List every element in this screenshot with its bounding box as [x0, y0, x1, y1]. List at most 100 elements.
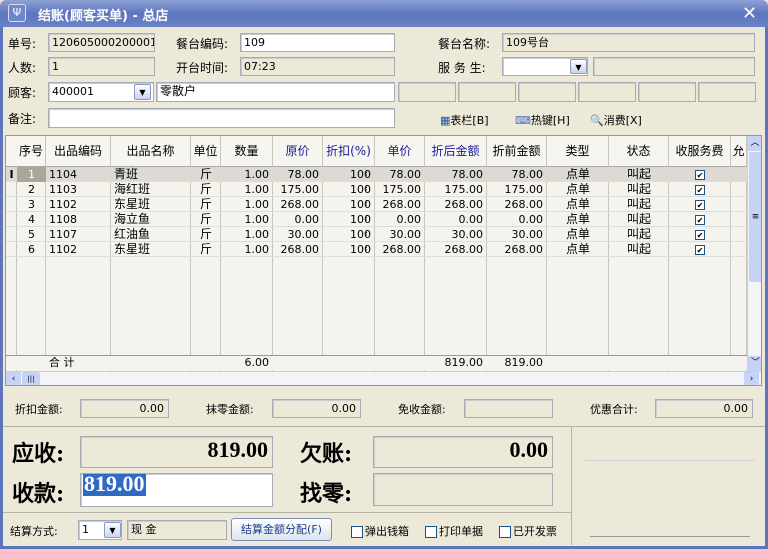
column-header[interactable]: 状态: [609, 136, 669, 167]
row-header-corner: [6, 136, 17, 167]
info-box: [398, 82, 456, 102]
items-grid[interactable]: 序号 出品编码 出品名称 单位 数量 原价 折扣(%) 单价 折后金额 折前金额 类型 状态 收服务费允…: [5, 135, 762, 386]
cell-unit: 斤: [199, 227, 212, 241]
decorative-line: [585, 460, 755, 461]
scroll-down-button[interactable]: ﹀: [748, 356, 761, 371]
waived-label: 免收金额:: [398, 403, 446, 416]
invoiced-checkbox[interactable]: 已开发票: [499, 523, 557, 539]
column-header[interactable]: 原价: [273, 136, 323, 167]
received-input[interactable]: 819.00: [80, 473, 273, 507]
cell-unit: 斤: [199, 167, 212, 181]
table-code-field[interactable]: 109: [240, 33, 395, 52]
customer-name-field[interactable]: 零散户: [156, 82, 395, 102]
spinner-icon[interactable]: ⁝: [365, 242, 373, 257]
discount-field[interactable]: 0.00: [80, 399, 169, 418]
service-fee-checkbox[interactable]: ✔: [669, 227, 731, 242]
consume-button[interactable]: 🔍消费[X]: [590, 112, 642, 128]
close-button[interactable]: ✕: [742, 3, 757, 24]
people-field[interactable]: 1: [48, 57, 155, 76]
rounding-field[interactable]: 0.00: [272, 399, 361, 418]
order-no-label: 单号:: [8, 37, 37, 51]
promo-field[interactable]: 0.00: [655, 399, 753, 418]
columns-button[interactable]: ▦表栏[B]: [440, 112, 489, 128]
cell-type: 点单: [565, 182, 590, 196]
service-fee-checkbox[interactable]: ✔: [669, 197, 731, 212]
cell-unit_price: 268.00: [382, 198, 422, 211]
service-fee-checkbox[interactable]: ✔: [669, 212, 731, 227]
scroll-left-button[interactable]: ‹: [6, 372, 21, 385]
column-header[interactable]: 序号: [17, 136, 46, 167]
horizontal-scrollbar[interactable]: ‹ ||| ›: [6, 371, 761, 385]
total-qty: 6.00: [244, 356, 270, 369]
table-name-field[interactable]: 109号台: [502, 33, 755, 52]
column-header[interactable]: 单位: [191, 136, 221, 167]
row-cursor-icon: I: [9, 168, 14, 181]
waiter-dropdown-button[interactable]: ▼: [570, 59, 587, 74]
cell-price: 268.00: [280, 198, 320, 211]
column-header[interactable]: 折前金额: [487, 136, 547, 167]
service-fee-checkbox[interactable]: ✔: [669, 182, 731, 197]
cell-name: 海红班: [114, 182, 151, 196]
print-receipt-checkbox[interactable]: 打印单据: [425, 523, 483, 539]
column-header[interactable]: 数量: [221, 136, 273, 167]
vertical-scrollbar[interactable]: ︿ ≡ ﹀: [747, 136, 761, 371]
service-fee-checkbox[interactable]: ✔: [669, 242, 731, 257]
scroll-thumb[interactable]: |||: [22, 372, 40, 385]
cell-no: 1: [17, 167, 46, 182]
column-header[interactable]: 单价: [375, 136, 425, 167]
waived-field[interactable]: [464, 399, 553, 418]
column-header[interactable]: 出品名称: [111, 136, 191, 167]
cell-price: 175.00: [280, 183, 320, 196]
cell-unit_price: 175.00: [382, 183, 422, 196]
cell-price: 268.00: [280, 243, 320, 256]
cell-name: 青班: [114, 167, 139, 181]
remark-label: 备注:: [8, 112, 37, 126]
allocate-button[interactable]: 结算金额分配(F): [231, 518, 332, 541]
column-header[interactable]: 类型: [547, 136, 609, 167]
method-name-field: 现 金: [127, 520, 227, 540]
divider: [3, 426, 765, 427]
remark-field[interactable]: [48, 108, 395, 128]
cell-price: 0.00: [294, 213, 320, 226]
waiter-name-field[interactable]: [593, 57, 755, 76]
cell-qty: 1.00: [244, 243, 270, 256]
cell-before: 268.00: [504, 198, 544, 211]
column-header[interactable]: 收服务费: [669, 136, 731, 167]
cell-no: 3: [28, 198, 35, 211]
cell-qty: 1.00: [244, 198, 270, 211]
table-name-label: 餐台名称:: [438, 37, 491, 51]
service-fee-checkbox[interactable]: ✔: [669, 167, 731, 182]
scroll-thumb[interactable]: ≡: [749, 152, 761, 282]
spinner-icon[interactable]: ⁝: [365, 167, 373, 182]
cell-name: 东星班: [114, 197, 151, 211]
column-header[interactable]: 允: [731, 136, 747, 167]
spinner-icon[interactable]: ⁝: [365, 182, 373, 197]
app-icon: Ψ: [8, 4, 26, 22]
cell-type: 点单: [565, 212, 590, 226]
open-time-label: 开台时间:: [176, 61, 229, 75]
cell-status: 叫起: [626, 197, 651, 211]
hotkeys-button[interactable]: ⌨热键[H]: [515, 112, 570, 128]
spinner-icon[interactable]: ⁝: [365, 197, 373, 212]
divider: [3, 512, 571, 513]
column-header[interactable]: 折扣(%): [323, 136, 375, 167]
column-header[interactable]: 出品编码: [46, 136, 111, 167]
cell-status: 叫起: [626, 167, 651, 181]
table-icon: ▦: [440, 114, 451, 127]
scroll-up-button[interactable]: ︿: [748, 136, 761, 151]
owed-label: 欠账:: [300, 441, 353, 467]
cell-qty: 1.00: [244, 228, 270, 241]
spinner-icon[interactable]: ⁝: [365, 212, 373, 227]
rounding-label: 抹零金额:: [206, 403, 254, 416]
cell-unit_price: 0.00: [396, 213, 422, 226]
open-drawer-checkbox[interactable]: 弹出钱箱: [351, 523, 409, 539]
cell-qty: 1.00: [244, 183, 270, 196]
column-header[interactable]: 折后金额: [425, 136, 487, 167]
open-time-field[interactable]: 07:23: [240, 57, 395, 76]
method-dropdown-button[interactable]: ▼: [104, 522, 121, 538]
spinner-icon[interactable]: ⁝: [365, 227, 373, 242]
scroll-right-button[interactable]: ›: [744, 372, 759, 385]
total-after: 819.00: [444, 356, 484, 369]
order-no-field[interactable]: 120605000200001: [48, 33, 155, 52]
customer-dropdown-button[interactable]: ▼: [134, 84, 151, 100]
